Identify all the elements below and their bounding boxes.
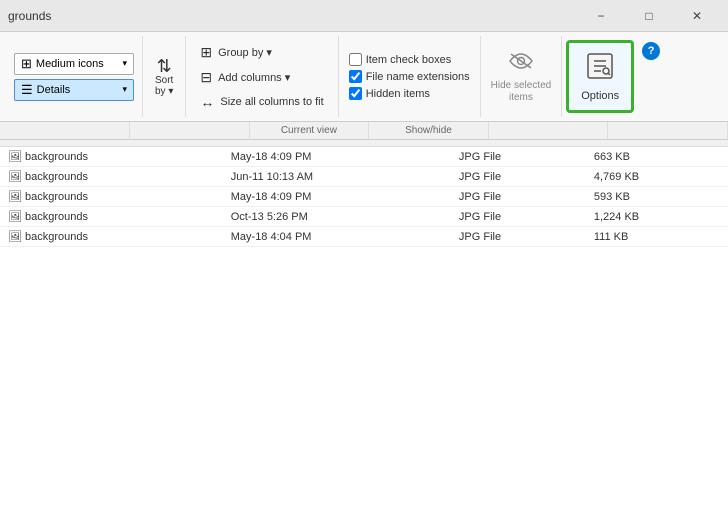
group-icon: ⊞	[200, 44, 212, 61]
file-name-extensions-toggle[interactable]: File name extensions	[349, 70, 470, 83]
ribbon-hide-selected-section: Hide selecteditems	[481, 36, 563, 117]
item-checkboxes-checkbox[interactable]	[349, 53, 362, 66]
cell-type: JPG File	[451, 167, 586, 187]
details-button[interactable]: ☰ Details ▾	[14, 79, 134, 101]
cell-size: 663 KB	[586, 147, 728, 167]
medium-icons-label: Medium icons	[36, 58, 104, 70]
ribbon: ⊞ Medium icons ▾ ☰ Details ▾ ⇅ Sortby ▾ …	[0, 32, 728, 122]
hide-selected-button[interactable]: Hide selecteditems	[491, 50, 552, 104]
cell-name: 🖼 backgrounds	[0, 167, 223, 187]
show-hide-label: Show/hide	[369, 122, 489, 139]
window-title: grounds	[8, 9, 51, 23]
ribbon-sort-section: ⇅ Sortby ▾	[143, 36, 186, 117]
cell-size: 4,769 KB	[586, 167, 728, 187]
sort-icon: ⇅	[157, 57, 172, 75]
cell-date: Jun-11 10:13 AM	[223, 167, 451, 187]
sort-section-label	[130, 122, 250, 139]
ribbon-show-hide-section: Item check boxes File name extensions Hi…	[339, 36, 481, 117]
table-row[interactable]: 🖼 backgrounds May-18 4:09 PM JPG File 66…	[0, 147, 728, 167]
options-label: Options	[581, 90, 619, 102]
chevron-down-icon2: ▾	[122, 84, 127, 95]
cell-name: 🖼 backgrounds	[0, 147, 223, 167]
cell-name: 🖼 backgrounds	[0, 227, 223, 247]
layout-section-label	[0, 122, 130, 139]
table-row[interactable]: 🖼 backgrounds Jun-11 10:13 AM JPG File 4…	[0, 167, 728, 187]
help-section: ?	[638, 36, 664, 117]
close-button[interactable]: ✕	[674, 2, 720, 30]
cell-date: May-18 4:09 PM	[223, 147, 451, 167]
table-row[interactable]: 🖼 backgrounds May-18 4:09 PM JPG File 59…	[0, 187, 728, 207]
chevron-down-icon: ▾	[122, 58, 127, 69]
title-bar: grounds − □ ✕	[0, 0, 728, 32]
group-by-label: Group by ▾	[218, 46, 272, 59]
cell-size: 111 KB	[586, 227, 728, 247]
details-label: Details	[37, 84, 71, 96]
medium-icons-button[interactable]: ⊞ Medium icons ▾	[14, 53, 134, 75]
size-all-label: Size all columns to fit	[220, 96, 323, 108]
file-icon: 🖼	[8, 171, 25, 183]
cell-name: 🖼 backgrounds	[0, 187, 223, 207]
file-icon: 🖼	[8, 191, 25, 203]
eye-icon	[507, 50, 535, 78]
ribbon-layout-section: ⊞ Medium icons ▾ ☰ Details ▾	[6, 36, 143, 117]
cell-type: JPG File	[451, 227, 586, 247]
file-icon: 🖼	[8, 231, 25, 243]
options-icon	[586, 52, 614, 86]
minimize-button[interactable]: −	[578, 2, 624, 30]
cell-size: 593 KB	[586, 187, 728, 207]
file-icon: 🖼	[8, 211, 25, 223]
resize-icon: ↔	[200, 94, 214, 110]
grid-icon: ⊞	[21, 56, 32, 72]
cell-size: 1,224 KB	[586, 207, 728, 227]
cell-type: JPG File	[451, 147, 586, 167]
item-checkboxes-toggle[interactable]: Item check boxes	[349, 53, 452, 66]
item-checkboxes-label: Item check boxes	[366, 54, 452, 66]
current-view-label: Current view	[250, 122, 370, 139]
sort-button[interactable]: ⇅ Sortby ▾	[151, 55, 177, 99]
hidden-items-checkbox[interactable]	[349, 87, 362, 100]
add-columns-label: Add columns ▾	[218, 71, 290, 84]
group-by-button[interactable]: ⊞ Group by ▾	[196, 42, 276, 63]
file-table: 🖼 backgrounds May-18 4:09 PM JPG File 66…	[0, 140, 728, 247]
hidden-items-label: Hidden items	[366, 88, 430, 100]
file-name-extensions-checkbox[interactable]	[349, 70, 362, 83]
cell-type: JPG File	[451, 187, 586, 207]
help-button[interactable]: ?	[642, 42, 660, 60]
file-name-extensions-label: File name extensions	[366, 71, 470, 83]
cell-date: May-18 4:09 PM	[223, 187, 451, 207]
table-row[interactable]: 🖼 backgrounds Oct-13 5:26 PM JPG File 1,…	[0, 207, 728, 227]
options-bottom-label	[608, 122, 728, 139]
ribbon-bottom-labels: Current view Show/hide	[0, 122, 728, 140]
table-row[interactable]: 🖼 backgrounds May-18 4:04 PM JPG File 11…	[0, 227, 728, 247]
title-bar-controls: − □ ✕	[578, 2, 720, 30]
title-bar-left: grounds	[8, 9, 51, 23]
list-icon: ☰	[21, 82, 33, 98]
maximize-button[interactable]: □	[626, 2, 672, 30]
ribbon-options-section[interactable]: Options	[566, 40, 634, 113]
hide-selected-bottom-label	[489, 122, 609, 139]
cell-date: May-18 4:04 PM	[223, 227, 451, 247]
ribbon-current-view-section: ⊞ Group by ▾ ⊟ Add columns ▾ ↔ Size all …	[186, 36, 338, 117]
add-columns-button[interactable]: ⊟ Add columns ▾	[196, 67, 294, 88]
file-icon: 🖼	[8, 151, 25, 163]
cell-date: Oct-13 5:26 PM	[223, 207, 451, 227]
size-all-columns-button[interactable]: ↔ Size all columns to fit	[196, 92, 327, 112]
cell-type: JPG File	[451, 207, 586, 227]
file-list-container: 🖼 backgrounds May-18 4:09 PM JPG File 66…	[0, 140, 728, 520]
window: grounds − □ ✕ ⊞ Medium icons ▾ ☰ Details…	[0, 0, 728, 520]
columns-icon: ⊟	[200, 69, 212, 86]
hidden-items-toggle[interactable]: Hidden items	[349, 87, 430, 100]
cell-name: 🖼 backgrounds	[0, 207, 223, 227]
file-list: 🖼 backgrounds May-18 4:09 PM JPG File 66…	[0, 140, 728, 520]
hide-selected-label: Hide selecteditems	[491, 80, 552, 104]
sort-label: Sortby ▾	[155, 75, 173, 97]
